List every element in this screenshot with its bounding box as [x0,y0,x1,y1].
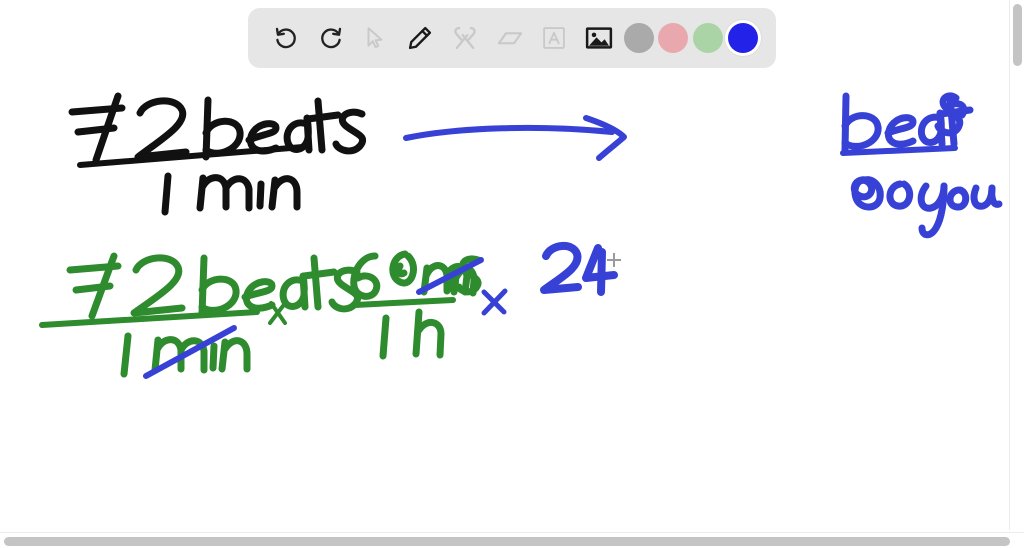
swatch-pink[interactable] [658,23,689,53]
multiply-sign-blue [481,288,508,316]
text-icon[interactable] [534,18,574,58]
expression-rate-black [68,92,367,216]
select-icon[interactable] [355,18,395,58]
horizontal-scrollbar[interactable] [0,532,1024,548]
strikethrough-min-blue [143,325,237,379]
image-icon[interactable] [579,18,619,58]
drawing-canvas[interactable] [0,0,1024,548]
redo-icon[interactable] [311,18,351,58]
swatch-gray[interactable] [623,23,654,53]
expression-target-blue [840,92,1003,239]
strikethrough-mins-blue [416,257,484,295]
number-24-blue [540,242,618,296]
expression-rate-green [39,252,362,378]
horizontal-scrollbar-thumb[interactable] [4,537,1010,546]
vertical-scrollbar-thumb[interactable] [1013,4,1022,66]
crosshair-cursor [607,253,621,267]
swatch-green[interactable] [693,23,724,53]
undo-icon[interactable] [266,18,306,58]
vertical-scrollbar[interactable] [1009,0,1024,530]
ink-layer [39,92,1003,379]
arrow-right-blue [403,115,627,161]
expression-minutes-per-hour-green [350,250,482,360]
swatch-blue[interactable] [727,23,758,53]
eraser-icon[interactable] [490,18,530,58]
tools-icon[interactable] [445,18,485,58]
pencil-icon[interactable] [400,18,440,58]
drawing-toolbar [248,8,776,68]
